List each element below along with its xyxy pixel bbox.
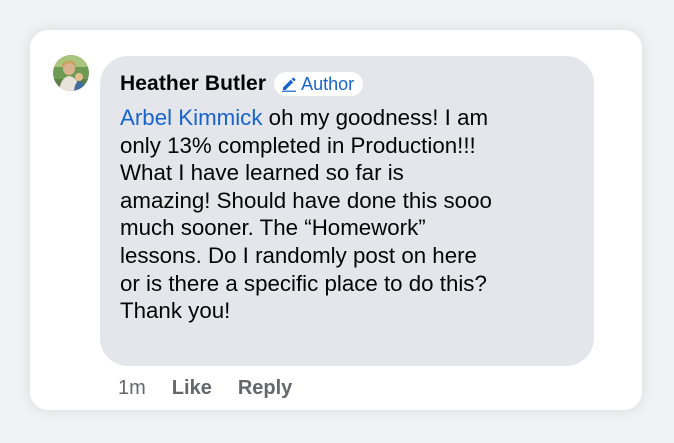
author-badge: Author bbox=[274, 72, 364, 96]
author-name[interactable]: Heather Butler bbox=[120, 72, 266, 96]
comment-text-rest: only 13% completed in Production!!! What… bbox=[120, 132, 492, 324]
mention-link[interactable]: Arbel Kimmick bbox=[120, 105, 262, 130]
avatar[interactable] bbox=[53, 55, 89, 91]
reply-button[interactable]: Reply bbox=[238, 377, 292, 400]
comment-header: Heather Butler Author bbox=[120, 72, 364, 96]
comment-text-first-line: oh my goodness! I am bbox=[262, 105, 489, 130]
timestamp[interactable]: 1m bbox=[118, 377, 146, 400]
comment-bubble: Heather Butler Author Arbel Kimmick oh m… bbox=[100, 56, 594, 366]
comment-actions: 1m Like Reply bbox=[118, 377, 318, 400]
like-button[interactable]: Like bbox=[172, 377, 212, 400]
pencil-icon bbox=[282, 77, 297, 92]
avatar-photo bbox=[53, 55, 89, 91]
author-badge-label: Author bbox=[301, 73, 355, 94]
comment-text: Arbel Kimmick oh my goodness! I am only … bbox=[120, 104, 588, 325]
